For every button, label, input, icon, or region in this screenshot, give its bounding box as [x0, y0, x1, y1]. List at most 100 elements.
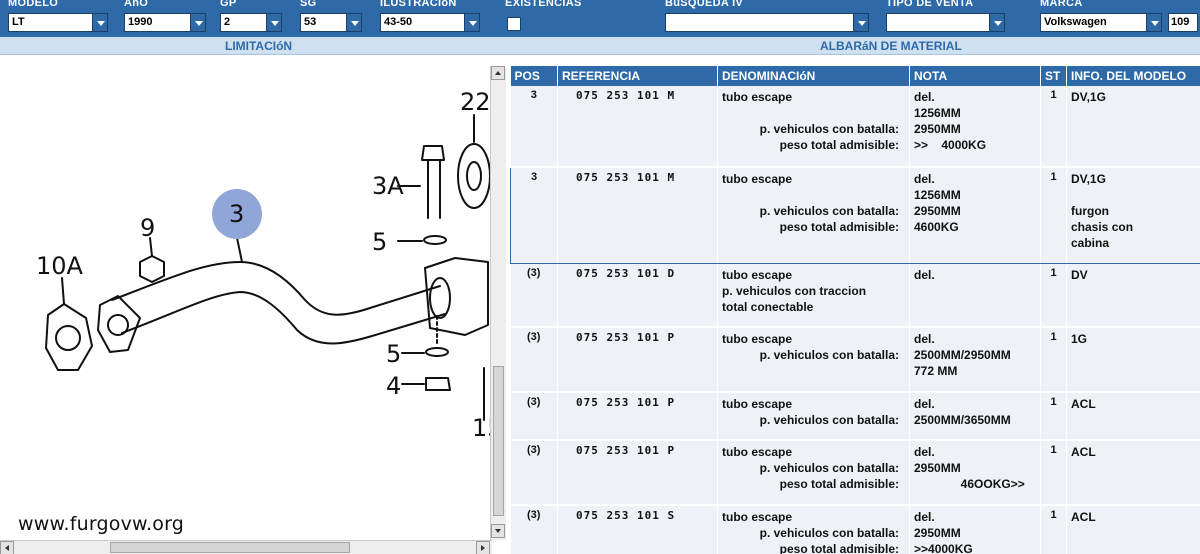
existencias-label: EXISTENCIAS	[505, 0, 582, 9]
cell-info: ACL	[1066, 392, 1200, 441]
ilustracion-label: ILUSTRACIóN	[380, 0, 457, 9]
info-line: DV,1G	[1071, 172, 1106, 186]
scroll-right-icon[interactable]	[476, 541, 490, 554]
scroll-left-icon[interactable]	[0, 541, 14, 554]
albaran-heading: ALBARáN DE MATERIAL	[820, 39, 962, 53]
cell-ref: 075 253 101 P	[557, 440, 718, 506]
callout-22: 22	[460, 88, 490, 116]
den-main: tubo escape	[722, 445, 793, 459]
ano-select[interactable]: 1990	[124, 13, 206, 32]
cell-den: tubo escape p. vehiculos con batalla:	[717, 327, 910, 393]
cell-den: tubo escape p. vehiculos con batalla: pe…	[717, 86, 910, 168]
gasket-10a-hole	[55, 325, 81, 351]
existencias-checkbox[interactable]	[507, 17, 521, 31]
exhaust-pipe-diagram: 22 3A 3 9 10A 5 5 4 15	[36, 88, 490, 442]
tipo-venta-select[interactable]	[886, 13, 1005, 32]
nota-line: 2950MM	[914, 526, 961, 540]
scroll-down-icon[interactable]	[491, 524, 505, 538]
info-line: DV	[1071, 267, 1088, 282]
table-row-selected[interactable]: 3 075 253 101 M tubo escape p. vehiculos…	[510, 166, 1200, 264]
marca-select[interactable]: Volkswagen	[1040, 13, 1162, 32]
table-row[interactable]: (3) 075 253 101 S tubo escape p. vehicul…	[510, 505, 1200, 554]
chevron-down-icon[interactable]	[1146, 14, 1161, 31]
busqueda-select[interactable]	[665, 13, 869, 32]
cell-info: DV	[1066, 263, 1200, 328]
cell-info: 1G	[1066, 327, 1200, 393]
filter-toolbar: MODELO LT AñO 1990 GP 2 SG 53 ILUSTRACIó…	[0, 0, 1200, 37]
material-table-panel: POS REFERENCIA DENOMINACIóN NOTA ST INFO…	[510, 66, 1200, 554]
bracket-pipe-end	[429, 277, 451, 319]
horizontal-scrollbar[interactable]	[0, 540, 492, 554]
cell-ref: 075 253 101 M	[557, 86, 718, 168]
vertical-scroll-thumb[interactable]	[493, 366, 504, 516]
table-row[interactable]: (3) 075 253 101 P tubo escape p. vehicul…	[510, 327, 1200, 393]
den-sub: peso total admisible:	[779, 542, 899, 554]
cell-st: 1	[1040, 392, 1067, 441]
nota-line: >>4000KG	[914, 542, 973, 554]
gp-select[interactable]: 2	[220, 13, 282, 32]
nota-line: 2500MM/2950MM	[914, 348, 1011, 362]
nut-9	[139, 255, 165, 283]
bracket	[424, 257, 489, 336]
den-main: tubo escape	[722, 510, 793, 524]
info-line: 1G	[1071, 332, 1088, 346]
chevron-down-icon[interactable]	[190, 14, 205, 31]
den-main: tubo escape	[722, 90, 793, 104]
col-header-denominacion[interactable]: DENOMINACIóN	[717, 66, 910, 86]
cell-ref: 075 253 101 D	[557, 263, 718, 328]
col-header-pos[interactable]: POS	[510, 66, 558, 86]
nota-line: 46OOKG>>	[914, 477, 1025, 491]
callout-5-lower: 5	[386, 340, 401, 368]
extra-input[interactable]: 109	[1168, 13, 1198, 32]
vertical-scrollbar[interactable]	[490, 66, 506, 540]
gp-label: GP	[220, 0, 237, 9]
ilustracion-select[interactable]: 43-50	[380, 13, 480, 32]
nota-line: del.	[914, 172, 935, 186]
table-row[interactable]: (3) 075 253 101 P tubo escape p. vehicul…	[510, 440, 1200, 506]
cell-pos: (3)	[510, 440, 558, 506]
chevron-down-icon[interactable]	[266, 14, 281, 31]
nota-line: 2950MM	[914, 461, 961, 475]
table-row[interactable]: (3) 075 253 101 P tubo escape p. vehicul…	[510, 392, 1200, 441]
tipo-venta-label: TIPO DE VENTA	[886, 0, 974, 9]
den-main: tubo escape	[722, 397, 793, 411]
den-extra: p. vehiculos con traccion	[722, 283, 867, 298]
chevron-down-icon[interactable]	[346, 14, 361, 31]
cell-info: ACL	[1066, 505, 1200, 554]
callout-3a: 3A	[372, 172, 404, 200]
cell-nota: del. 1256MM 2950MM >> 4000KG	[909, 86, 1041, 168]
callout-3: 3	[229, 200, 244, 228]
nota-line: 772 MM	[914, 364, 958, 378]
horizontal-scroll-thumb[interactable]	[110, 542, 350, 553]
cell-den: tubo escape p. vehiculos con batalla: pe…	[717, 440, 910, 506]
leader-10a	[61, 277, 65, 305]
watermark-text: www.furgovw.org	[18, 513, 185, 535]
cell-pos: 3	[510, 86, 558, 168]
cell-pos: (3)	[510, 505, 558, 554]
cell-nota: del. 2500MM/2950MM 772 MM	[909, 327, 1041, 393]
col-header-info-modelo[interactable]: INFO. DEL MODELO	[1066, 66, 1200, 86]
chevron-down-icon[interactable]	[989, 14, 1004, 31]
col-header-st[interactable]: ST	[1040, 66, 1067, 86]
info-line: cabina	[1071, 236, 1110, 250]
nota-line: 2950MM	[914, 122, 961, 136]
den-main: tubo escape	[722, 332, 793, 346]
table-row[interactable]: 3 075 253 101 M tubo escape p. vehiculos…	[510, 86, 1200, 168]
modelo-select[interactable]: LT	[8, 13, 108, 32]
table-row[interactable]: (3) 075 253 101 D tubo escape p. vehicul…	[510, 263, 1200, 328]
col-header-nota[interactable]: NOTA	[909, 66, 1041, 86]
sg-select[interactable]: 53	[300, 13, 362, 32]
col-header-referencia[interactable]: REFERENCIA	[557, 66, 718, 86]
extra-value: 109	[1171, 16, 1190, 28]
material-table: POS REFERENCIA DENOMINACIóN NOTA ST INFO…	[510, 66, 1200, 554]
cell-nota: del. 2950MM >>4000KG	[909, 505, 1041, 554]
nota-line: del.	[914, 332, 935, 346]
gasket-22-hole	[466, 161, 482, 191]
info-line	[1071, 187, 1196, 203]
cell-st: 1	[1040, 505, 1067, 554]
chevron-down-icon[interactable]	[853, 14, 868, 31]
chevron-down-icon[interactable]	[464, 14, 479, 31]
cell-ref: 075 253 101 P	[557, 392, 718, 441]
scroll-up-icon[interactable]	[491, 66, 505, 80]
chevron-down-icon[interactable]	[92, 14, 107, 31]
